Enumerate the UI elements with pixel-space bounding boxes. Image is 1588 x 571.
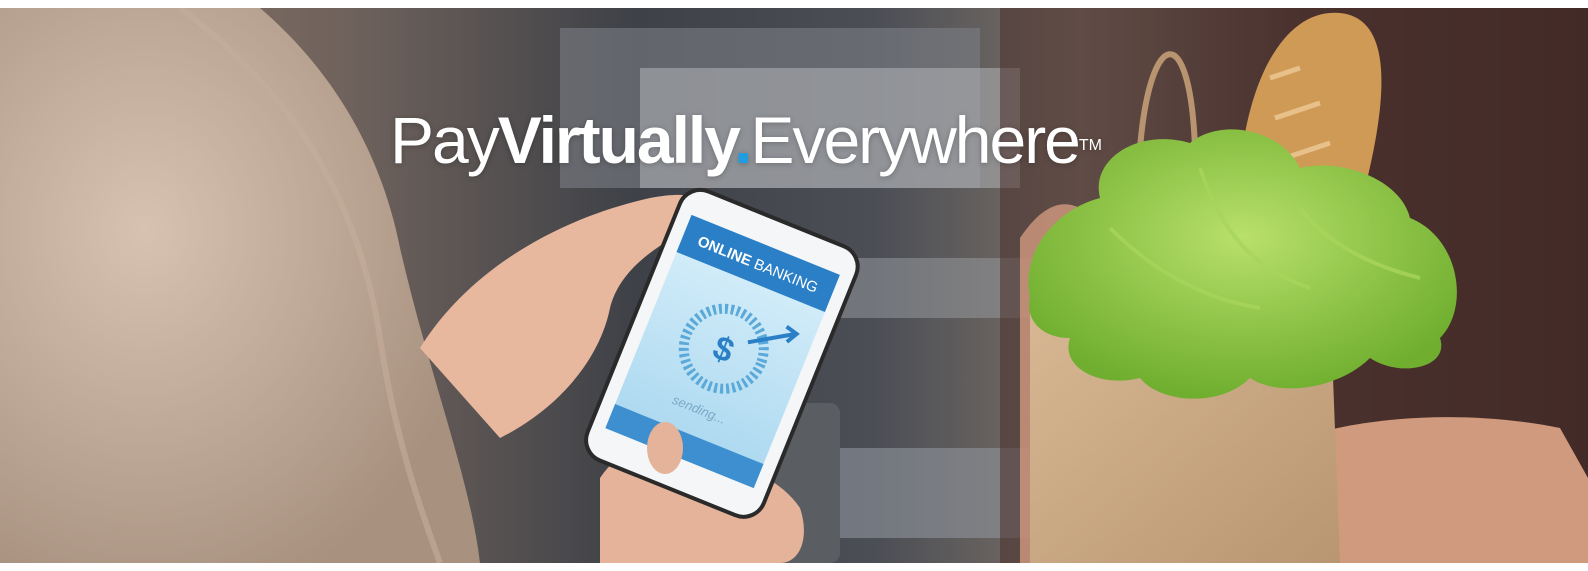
headline-everywhere: Everywhere (750, 103, 1080, 177)
headline-pay-virtually-everywhere: PayVirtually.EverywhereTM (390, 100, 1102, 180)
trademark-symbol: TM (1078, 137, 1102, 154)
headline-virtually: Virtually (497, 103, 736, 177)
hero-banner: ONLINE BANKING $ sending... PayVirtually… (0, 8, 1588, 563)
sweater-shoulder (0, 8, 480, 563)
headline-pay: Pay (390, 103, 500, 177)
headline-dot: . (734, 103, 752, 177)
cashier-hand (1300, 417, 1588, 563)
hero-photo: ONLINE BANKING $ sending... (0, 8, 1588, 563)
